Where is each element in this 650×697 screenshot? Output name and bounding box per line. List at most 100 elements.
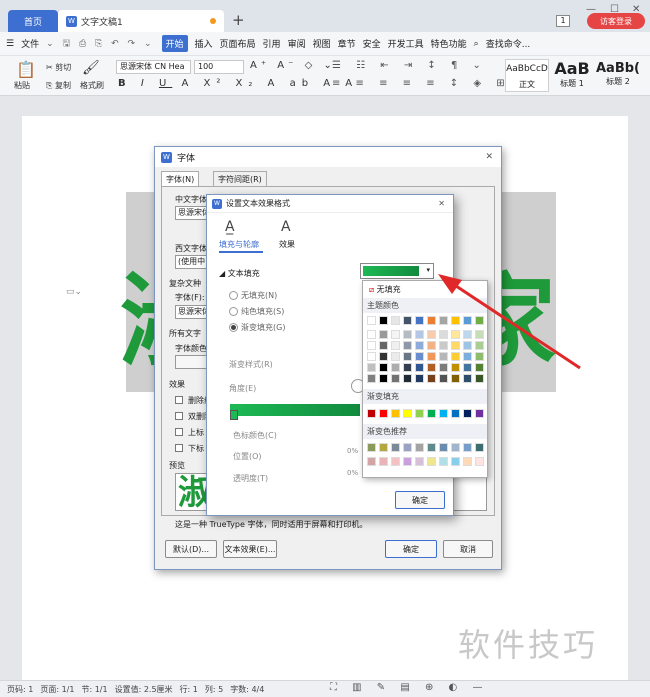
theme-color-swatch[interactable] <box>475 363 484 372</box>
search-command[interactable]: 查找命令... <box>486 37 531 50</box>
transparency-value[interactable]: 0% <box>347 469 358 477</box>
theme-color-swatch[interactable] <box>439 341 448 350</box>
theme-color-swatch[interactable] <box>403 352 412 361</box>
recommended-gradient-swatch[interactable] <box>439 457 448 466</box>
theme-color-swatch[interactable] <box>403 341 412 350</box>
menu-developer[interactable]: 开发工具 <box>388 37 424 50</box>
gradient-color-swatch[interactable] <box>451 409 460 418</box>
gradient-bar[interactable] <box>230 404 360 416</box>
theme-color-swatch[interactable] <box>367 341 376 350</box>
recommended-gradient-swatch[interactable] <box>475 443 484 452</box>
recommended-gradient-swatch[interactable] <box>415 443 424 452</box>
theme-color-swatch[interactable] <box>379 363 388 372</box>
menu-review[interactable]: 审阅 <box>288 37 306 50</box>
no-fill-option[interactable]: ⧄ 无填充 <box>363 281 487 298</box>
theme-color-swatch[interactable] <box>379 316 388 325</box>
no-fill-radio[interactable] <box>229 291 238 300</box>
fill-color-dropdown[interactable]: ▾ <box>360 263 434 279</box>
menu-security[interactable]: 安全 <box>363 37 381 50</box>
tab-effect[interactable]: 效果 <box>279 239 295 250</box>
theme-color-swatch[interactable] <box>391 352 400 361</box>
strikethrough-checkbox[interactable] <box>175 396 183 404</box>
gradient-color-swatch[interactable] <box>415 409 424 418</box>
theme-color-swatch[interactable] <box>463 316 472 325</box>
paragraph-list-icons[interactable]: ☰ ☷ ⇤ ⇥ ↕ ¶ ⌄ <box>332 60 487 71</box>
gradient-color-swatch[interactable] <box>427 409 436 418</box>
theme-color-swatch[interactable] <box>415 341 424 350</box>
theme-color-swatch[interactable] <box>451 341 460 350</box>
theme-color-swatch[interactable] <box>439 352 448 361</box>
font-format-icons[interactable]: B I U A X² X₂ A ab A A <box>118 78 358 89</box>
gradient-color-swatch[interactable] <box>391 409 400 418</box>
window-count-badge[interactable]: 1 <box>556 15 570 27</box>
theme-color-swatch[interactable] <box>415 374 424 383</box>
theme-color-swatch[interactable] <box>463 374 472 383</box>
theme-color-swatch[interactable] <box>451 352 460 361</box>
theme-color-swatch[interactable] <box>379 330 388 339</box>
gradient-color-swatch[interactable] <box>475 409 484 418</box>
close-icon[interactable]: ✕ <box>485 152 493 162</box>
theme-color-swatch[interactable] <box>403 374 412 383</box>
status-item[interactable]: 节: 1/1 <box>81 684 107 695</box>
theme-color-swatch[interactable] <box>475 330 484 339</box>
theme-color-swatch[interactable] <box>451 316 460 325</box>
gradient-color-swatch[interactable] <box>403 409 412 418</box>
style-heading2[interactable]: AaBb( 标题 2 <box>594 59 642 92</box>
recommended-gradient-swatch[interactable] <box>415 457 424 466</box>
theme-color-swatch[interactable] <box>415 330 424 339</box>
paste-icon[interactable]: 📋 <box>16 60 36 79</box>
recommended-gradient-swatch[interactable] <box>475 457 484 466</box>
recommended-gradient-swatch[interactable] <box>427 443 436 452</box>
status-item[interactable]: 页码: 1 <box>7 684 33 695</box>
position-value[interactable]: 0% <box>347 447 358 455</box>
theme-color-swatch[interactable] <box>475 341 484 350</box>
menu-insert[interactable]: 插入 <box>195 37 213 50</box>
theme-color-swatch[interactable] <box>463 330 472 339</box>
font-name-select[interactable]: 思源宋体 CN Hea <box>116 60 191 74</box>
style-heading1[interactable]: AaB 标题 1 <box>550 59 594 92</box>
theme-color-swatch[interactable] <box>391 341 400 350</box>
theme-color-swatch[interactable] <box>475 352 484 361</box>
tab-fill-outline[interactable]: 填充与轮廓 <box>219 239 259 250</box>
recommended-gradient-swatch[interactable] <box>439 443 448 452</box>
menu-references[interactable]: 引用 <box>263 37 281 50</box>
text-fill-section[interactable]: ◢ 文本填充 <box>219 268 260 279</box>
status-item[interactable]: 字数: 4/4 <box>230 684 264 695</box>
effect-icon[interactable]: A <box>281 219 291 235</box>
theme-color-swatch[interactable] <box>403 316 412 325</box>
copy-button[interactable]: ⎘ 复制 <box>46 80 71 91</box>
recommended-gradient-swatch[interactable] <box>403 457 412 466</box>
text-effect-button[interactable]: 文本效果(E)... <box>223 540 277 558</box>
theme-color-swatch[interactable] <box>451 330 460 339</box>
gradient-color-swatch[interactable] <box>439 409 448 418</box>
tab-home[interactable]: 首页 <box>8 10 58 32</box>
theme-color-swatch[interactable] <box>415 363 424 372</box>
paste-label[interactable]: 粘贴 <box>14 80 30 91</box>
theme-color-swatch[interactable] <box>367 374 376 383</box>
status-item[interactable]: 设置值: 2.5厘米 <box>115 684 173 695</box>
theme-color-swatch[interactable] <box>439 330 448 339</box>
theme-color-swatch[interactable] <box>463 352 472 361</box>
gradient-stop-handle[interactable] <box>230 410 238 420</box>
recommended-gradient-swatch[interactable] <box>367 457 376 466</box>
recommended-gradient-swatch[interactable] <box>379 457 388 466</box>
recommended-gradient-swatch[interactable] <box>463 457 472 466</box>
recommended-gradient-swatch[interactable] <box>391 457 400 466</box>
double-strike-checkbox[interactable] <box>175 412 183 420</box>
theme-color-swatch[interactable] <box>475 316 484 325</box>
gradient-color-swatch[interactable] <box>463 409 472 418</box>
menu-features[interactable]: 特色功能 <box>431 37 467 50</box>
theme-color-swatch[interactable] <box>391 363 400 372</box>
theme-color-swatch[interactable] <box>367 363 376 372</box>
theme-color-swatch[interactable] <box>451 374 460 383</box>
theme-color-swatch[interactable] <box>403 330 412 339</box>
cancel-button[interactable]: 取消 <box>443 540 493 558</box>
recommended-gradient-swatch[interactable] <box>391 443 400 452</box>
gradient-color-swatch[interactable] <box>379 409 388 418</box>
theme-color-swatch[interactable] <box>451 363 460 372</box>
doc-nav-icon[interactable]: ▭⌄ <box>66 287 82 297</box>
menu-view[interactable]: 视图 <box>313 37 331 50</box>
theme-color-swatch[interactable] <box>463 363 472 372</box>
theme-color-swatch[interactable] <box>379 341 388 350</box>
recommended-gradient-swatch[interactable] <box>367 443 376 452</box>
